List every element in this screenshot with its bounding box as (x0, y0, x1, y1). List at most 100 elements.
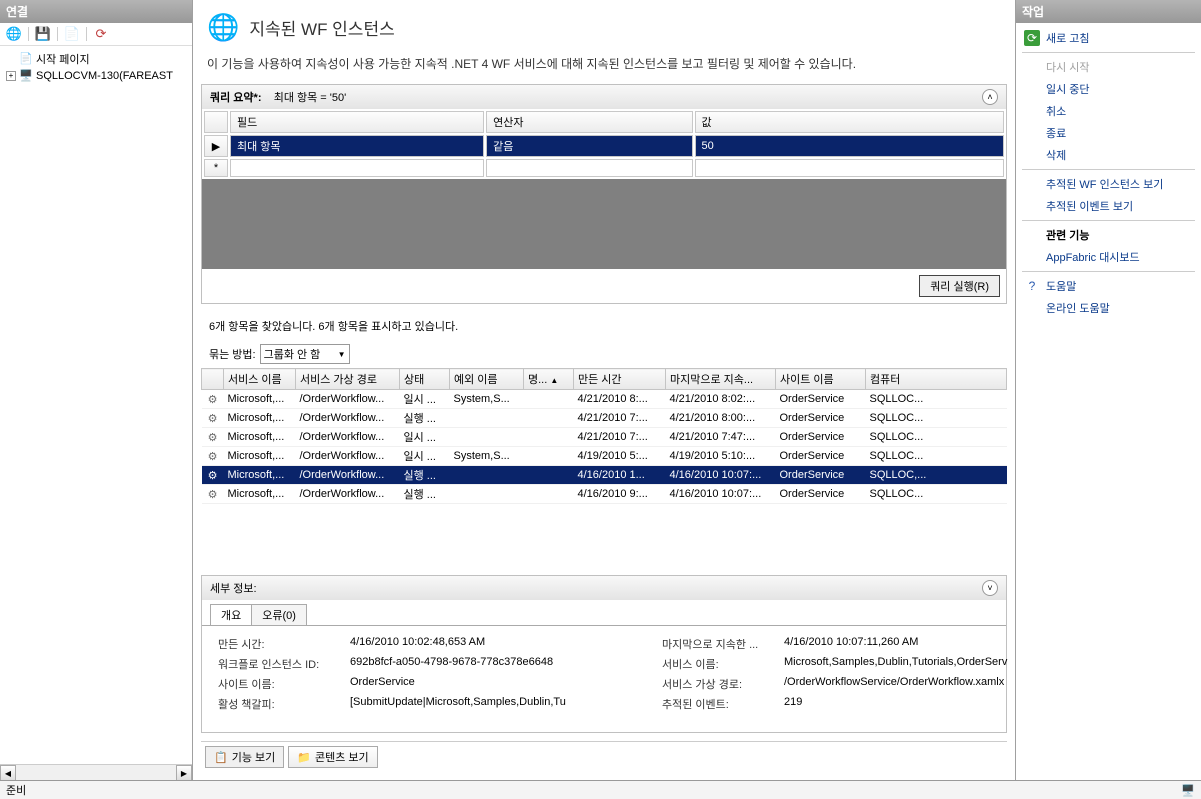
doc-icon[interactable]: 📄 (64, 26, 80, 42)
table-row[interactable]: ⚙Microsoft,.../OrderWorkflow...일시 ...Sys… (202, 447, 1007, 466)
site-label: 사이트 이름: (218, 676, 338, 692)
action-online-help[interactable]: 온라인 도움말 (1020, 297, 1197, 319)
col-service-name[interactable]: 서비스 이름 (224, 369, 296, 390)
expand-icon[interactable]: + (6, 71, 16, 81)
query-row[interactable]: ▶ 최대 항목 같음 50 (204, 135, 1004, 157)
created-value: 4/16/2010 10:02:48,653 AM (350, 636, 650, 652)
action-view-tracked-events[interactable]: 추적된 이벤트 보기 (1020, 195, 1197, 217)
row-indicator-icon: ▶ (204, 135, 228, 157)
details-section: 세부 정보: ˅ 개요 오류(0) 만든 시간: 4/16/2010 10:02… (201, 575, 1007, 733)
query-section: 쿼리 요약*: 최대 항목 = '50' ˄ 필드 연산자 값 ▶ 최대 항목 … (201, 84, 1007, 304)
view-tabs: 📋 기능 보기 📁 콘텐츠 보기 (201, 741, 1007, 772)
tracked-label: 추적된 이벤트: (662, 696, 772, 712)
col-computer[interactable]: 컴퓨터 (866, 369, 1007, 390)
last-label: 마지막으로 지속한 ... (662, 636, 772, 652)
features-icon: 📋 (214, 751, 228, 764)
tree-scrollbar[interactable]: ◀ ▶ (0, 764, 192, 780)
col-site[interactable]: 사이트 이름 (776, 369, 866, 390)
run-query-button[interactable]: 쿼리 실행(R) (919, 275, 1000, 297)
table-row[interactable]: ⚙Microsoft,.../OrderWorkflow...실행 ...4/2… (202, 409, 1007, 428)
help-icon: ? (1024, 278, 1040, 294)
bookmark-label: 활성 책갈피: (218, 696, 338, 712)
collapse-icon[interactable]: ˅ (982, 580, 998, 596)
last-value: 4/16/2010 10:07:11,260 AM (784, 636, 1007, 652)
action-appfabric-dashboard[interactable]: AppFabric 대시보드 (1020, 246, 1197, 268)
col-value[interactable]: 값 (695, 111, 1004, 133)
details-tabs: 개요 오류(0) (202, 600, 1006, 626)
page-title-row: 🌐 지속된 WF 인스턴스 (201, 8, 1007, 53)
action-refresh[interactable]: ⟳ 새로 고침 (1020, 27, 1197, 49)
globe-icon[interactable]: 🌐 (6, 26, 22, 42)
action-delete[interactable]: 삭제 (1020, 144, 1197, 166)
actions-header: 작업 (1016, 0, 1201, 23)
col-exception[interactable]: 예외 이름 (450, 369, 524, 390)
query-new-row[interactable]: * (204, 159, 1004, 177)
gear-icon: ⚙ (202, 485, 224, 504)
table-row[interactable]: ⚙Microsoft,.../OrderWorkflow...실행 ...4/1… (202, 485, 1007, 504)
bookmark-value: [SubmitUpdate|Microsoft,Samples,Dublin,T… (350, 696, 650, 712)
features-view-tab[interactable]: 📋 기능 보기 (205, 746, 284, 768)
tab-overview[interactable]: 개요 (210, 604, 252, 625)
page-icon: 📄 (19, 52, 33, 66)
action-view-tracked-wf[interactable]: 추적된 WF 인스턴스 보기 (1020, 173, 1197, 195)
connections-tree: 📄 시작 페이지 + 🖥️ SQLLOCVM-130(FAREAST (0, 46, 192, 764)
gear-icon: ⚙ (202, 466, 224, 485)
status-text: 준비 (6, 782, 26, 798)
site-value: OrderService (350, 676, 650, 692)
table-row[interactable]: ⚙Microsoft,.../OrderWorkflow...일시 ...Sys… (202, 390, 1007, 409)
action-cancel[interactable]: 취소 (1020, 100, 1197, 122)
col-field[interactable]: 필드 (230, 111, 484, 133)
gear-icon: ⚙ (202, 390, 224, 409)
tree-start-page[interactable]: 📄 시작 페이지 (4, 50, 188, 68)
tree-server-node[interactable]: + 🖥️ SQLLOCVM-130(FAREAST (4, 68, 188, 84)
gear-icon: ⚙ (202, 447, 224, 466)
details-header[interactable]: 세부 정보: ˅ (202, 576, 1006, 600)
tab-errors[interactable]: 오류(0) (251, 604, 307, 625)
col-status[interactable]: 상태 (400, 369, 450, 390)
server-icon: 🖥️ (19, 69, 33, 83)
connections-header: 연결 (0, 0, 192, 23)
collapse-icon[interactable]: ˄ (982, 89, 998, 105)
actions-panel: 작업 ⟳ 새로 고침 다시 시작 일시 중단 취소 종료 삭제 (1015, 0, 1201, 780)
col-name[interactable]: 명... ▲ (524, 369, 574, 390)
details-grid: 만든 시간: 4/16/2010 10:02:48,653 AM 마지막으로 지… (202, 626, 1006, 732)
service-name-value: Microsoft,Samples,Dublin,Tutorials,Order… (784, 656, 1007, 672)
tracked-value: 219 (784, 696, 1007, 712)
results-table: 서비스 이름 서비스 가상 경로 상태 예외 이름 명... ▲ 만든 시간 마… (201, 368, 1007, 504)
wf-id-value: 692b8fcf-a050-4798-9678-778c378e6648 (350, 656, 650, 672)
wf-id-label: 워크플로 인스턴스 ID: (218, 656, 338, 672)
col-created[interactable]: 만든 시간 (574, 369, 666, 390)
service-name-label: 서비스 이름: (662, 656, 772, 672)
results-status: 6개 항목을 찾았습니다. 6개 항목을 표시하고 있습니다. (201, 312, 1007, 340)
created-label: 만든 시간: (218, 636, 338, 652)
connections-panel: 연결 🌐 💾 📄 ⟳ 📄 시작 페이지 + 🖥️ SQLLOCVM-130(FA… (0, 0, 193, 780)
gear-icon: ⚙ (202, 409, 224, 428)
col-last-persisted[interactable]: 마지막으로 지속... (666, 369, 776, 390)
table-row[interactable]: ⚙Microsoft,.../OrderWorkflow...실행 ...4/1… (202, 466, 1007, 485)
wf-icon: 🌐 (207, 12, 239, 43)
refresh-icon: ⟳ (1024, 30, 1040, 46)
connections-toolbar: 🌐 💾 📄 ⟳ (0, 23, 192, 46)
col-operator[interactable]: 연산자 (486, 111, 692, 133)
action-terminate[interactable]: 종료 (1020, 122, 1197, 144)
action-help[interactable]: ? 도움말 (1020, 275, 1197, 297)
main-content: 🌐 지속된 WF 인스턴스 이 기능을 사용하여 지속성이 사용 가능한 지속적… (193, 0, 1015, 780)
content-view-tab[interactable]: 📁 콘텐츠 보기 (288, 746, 377, 768)
col-service-path[interactable]: 서비스 가상 경로 (296, 369, 400, 390)
status-bar: 준비 🖥️ (0, 780, 1201, 799)
action-suspend[interactable]: 일시 중단 (1020, 78, 1197, 100)
query-summary-header[interactable]: 쿼리 요약*: 최대 항목 = '50' ˄ (202, 85, 1006, 109)
service-path-label: 서비스 가상 경로: (662, 676, 772, 692)
results-header-row: 서비스 이름 서비스 가상 경로 상태 예외 이름 명... ▲ 만든 시간 마… (202, 369, 1007, 390)
save-icon[interactable]: 💾 (35, 26, 51, 42)
scroll-right-icon[interactable]: ▶ (176, 765, 192, 781)
gear-icon: ⚙ (202, 428, 224, 447)
refresh-icon[interactable]: ⟳ (93, 26, 109, 42)
table-row[interactable]: ⚙Microsoft,.../OrderWorkflow...일시 ...4/2… (202, 428, 1007, 447)
group-by-select[interactable]: 그룹화 안 함 ▼ (260, 344, 350, 364)
status-icon: 🖥️ (1181, 784, 1195, 797)
scroll-left-icon[interactable]: ◀ (0, 765, 16, 781)
service-path-value: /OrderWorkflowService/OrderWorkflow.xaml… (784, 676, 1007, 692)
content-icon: 📁 (297, 751, 311, 764)
dropdown-icon: ▼ (338, 350, 346, 359)
